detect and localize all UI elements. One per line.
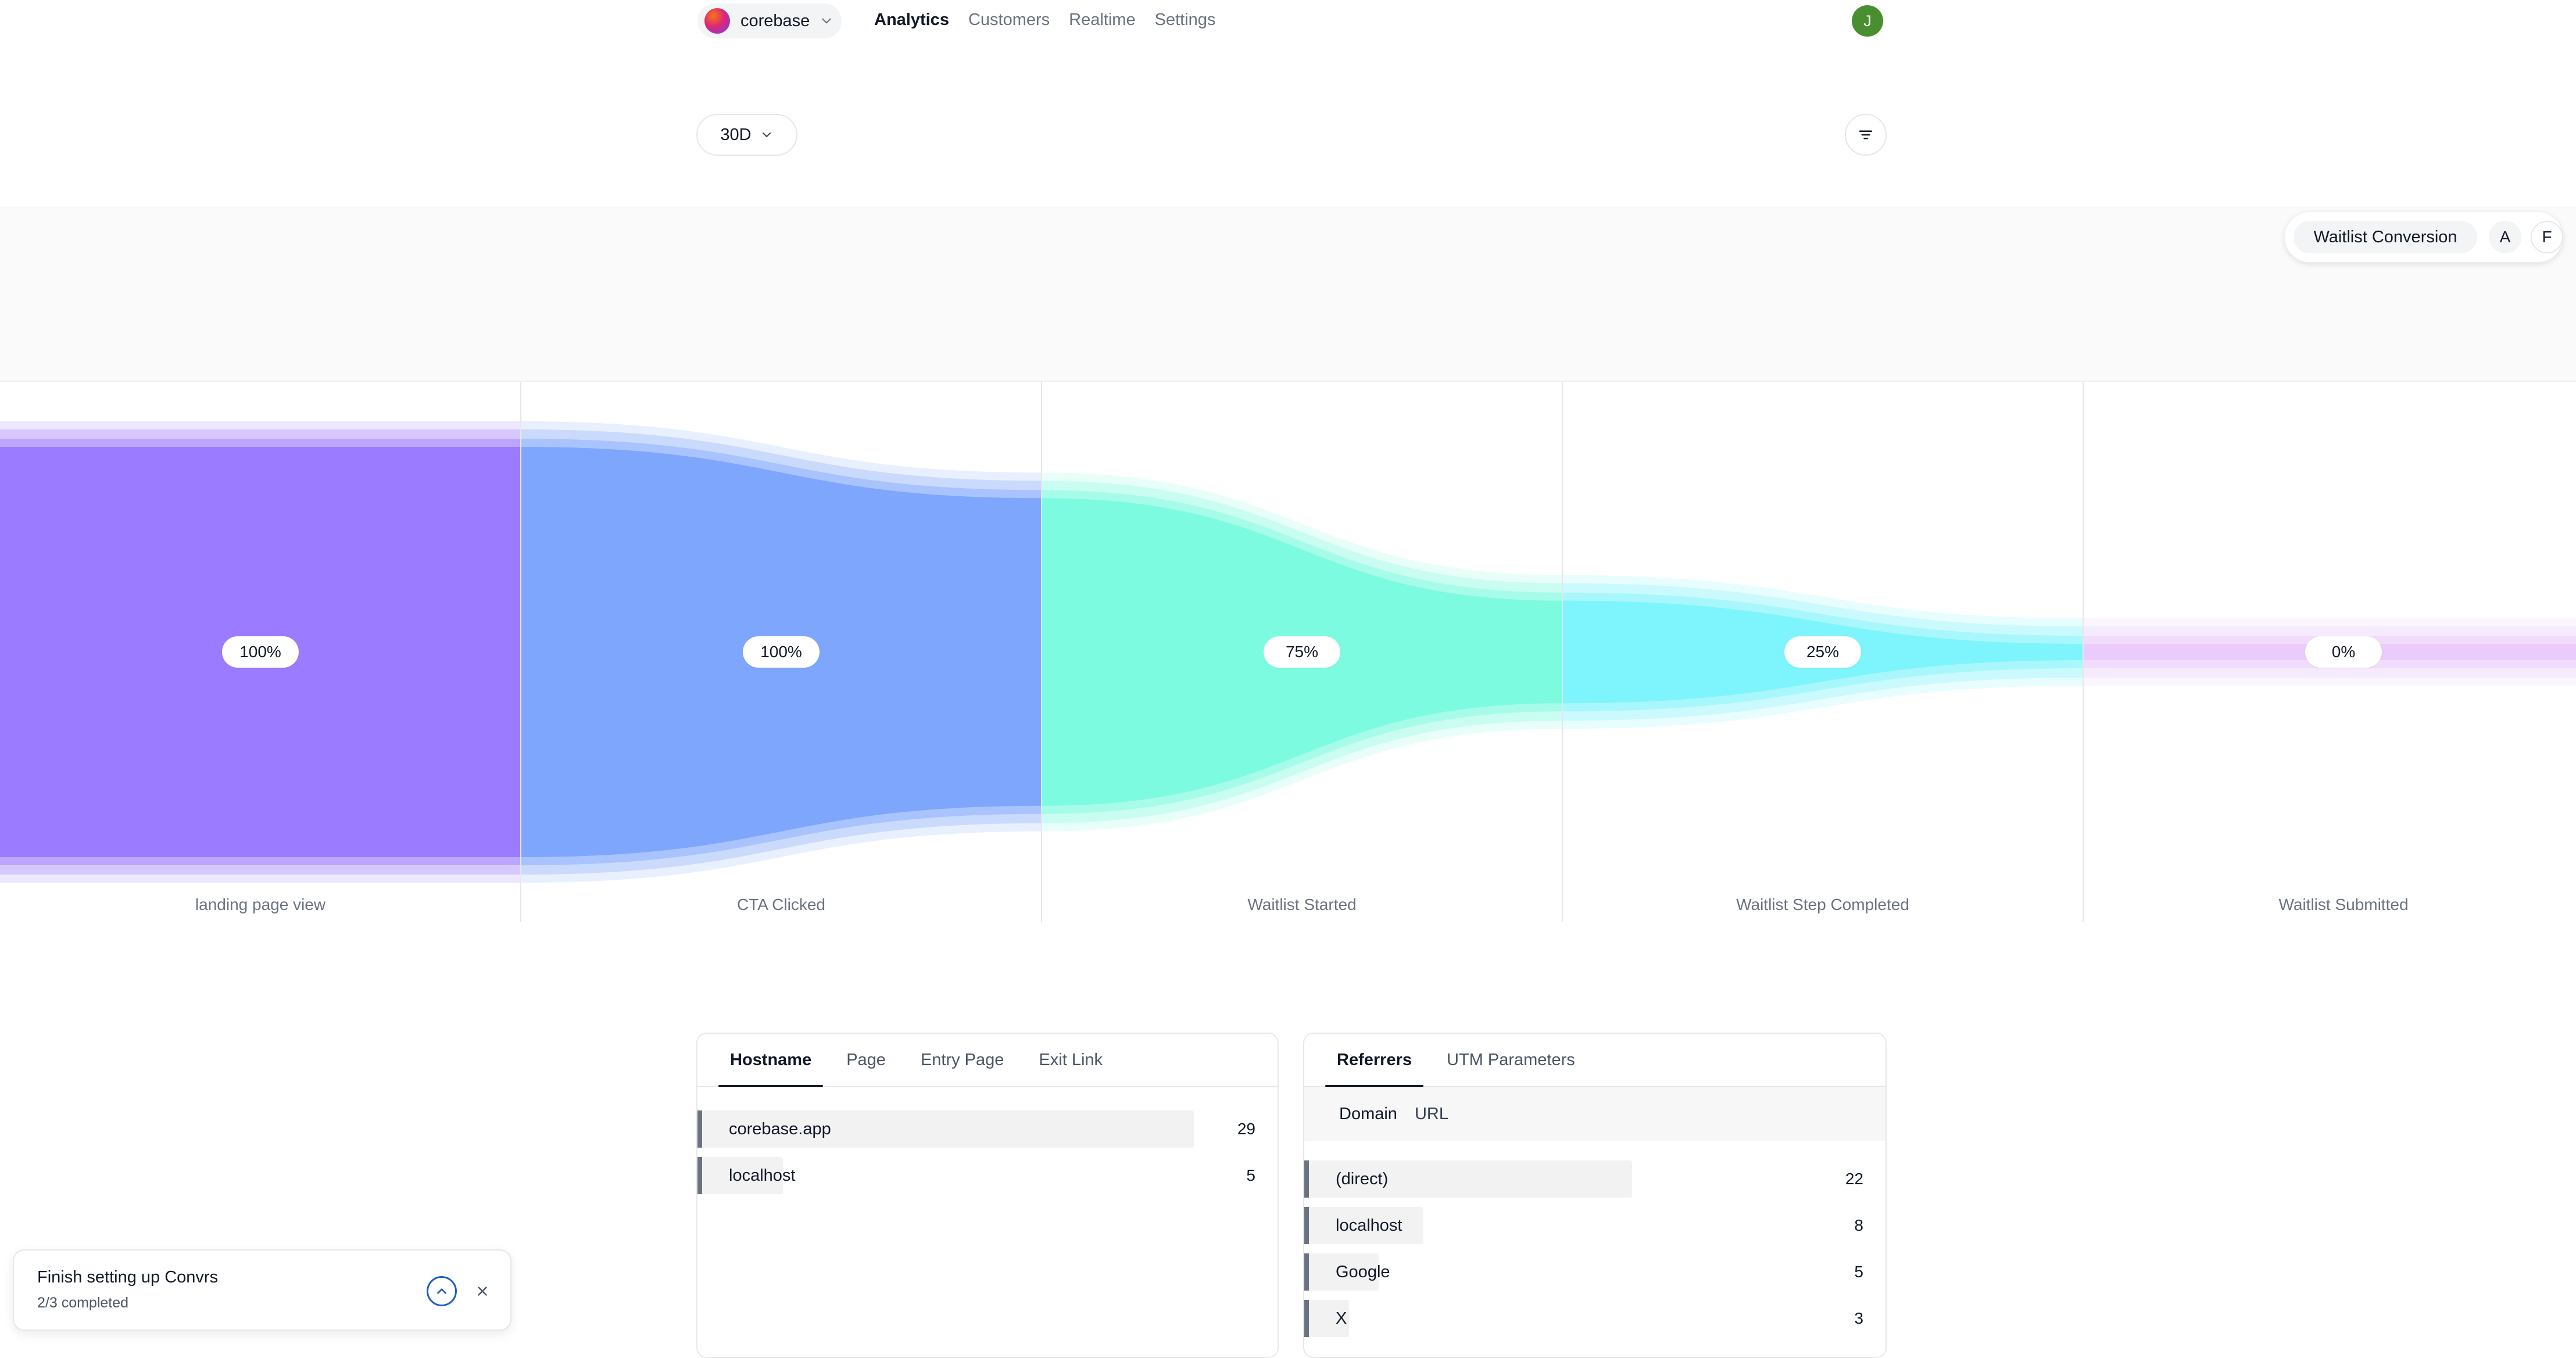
row-label: corebase.app — [729, 1120, 831, 1138]
pages-list: corebase.app 29 localhost 5 — [697, 1087, 1278, 1194]
row-count: 29 — [1237, 1120, 1255, 1138]
tab-hostname[interactable]: Hostname — [718, 1034, 824, 1087]
row-label: (direct) — [1336, 1170, 1389, 1188]
row-count: 3 — [1854, 1309, 1863, 1327]
tab-exit-link[interactable]: Exit Link — [1027, 1034, 1114, 1086]
funnel-step-label: landing page view — [195, 895, 326, 913]
subtab-url[interactable]: URL — [1415, 1105, 1448, 1124]
list-item[interactable]: (direct) 22 — [1304, 1160, 1886, 1198]
row-label: localhost — [729, 1166, 796, 1185]
nav-realtime[interactable]: Realtime — [1069, 8, 1135, 31]
list-item[interactable]: corebase.app 29 — [697, 1110, 1278, 1148]
nav-customers[interactable]: Customers — [968, 8, 1050, 31]
funnel-percent-badge: 75% — [1264, 636, 1340, 668]
subtab-domain[interactable]: Domain — [1339, 1105, 1397, 1124]
date-range-label: 30D — [720, 125, 752, 144]
funnel-percent-badge: 100% — [743, 636, 820, 668]
date-range-button[interactable]: 30D — [696, 114, 797, 156]
close-icon[interactable] — [470, 1278, 495, 1304]
workspace-logo — [704, 8, 730, 34]
main-nav: Analytics Customers Realtime Settings — [874, 8, 1235, 31]
nav-settings[interactable]: Settings — [1155, 8, 1216, 31]
row-label: X — [1336, 1309, 1347, 1328]
pages-panel: Hostname Page Entry Page Exit Link coreb… — [696, 1033, 1279, 1358]
funnel-option-a[interactable]: A — [2489, 221, 2521, 253]
referrer-subtabs: Domain URL — [1304, 1087, 1886, 1141]
filter-icon — [1859, 130, 1873, 139]
list-item[interactable]: X3 — [1304, 1300, 1886, 1337]
workspace-name: corebase — [740, 11, 810, 30]
list-item[interactable]: Google 5 — [1304, 1253, 1886, 1291]
user-avatar[interactable]: J — [1852, 5, 1883, 37]
row-label: Google — [1336, 1263, 1390, 1281]
referrers-list: (direct) 22 localhost 8 Google 5 X 3 — [1304, 1141, 1886, 1337]
chevron-up-circle-icon[interactable] — [427, 1276, 457, 1306]
tab-referrers[interactable]: Referrers — [1325, 1034, 1423, 1087]
chevron-down-icon — [762, 132, 771, 137]
row-count: 5 — [1854, 1263, 1863, 1281]
sources-panel: Referrers UTM Parameters Domain URL (dir… — [1303, 1033, 1887, 1358]
row-count: 22 — [1845, 1170, 1863, 1188]
sources-tabs: Referrers UTM Parameters — [1304, 1034, 1886, 1087]
funnel-step-label: CTA Clicked — [737, 895, 825, 913]
row-label: localhost — [1336, 1216, 1403, 1235]
funnel-name-button[interactable]: Waitlist Conversion — [2294, 221, 2477, 253]
tab-entry-page[interactable]: Entry Page — [909, 1034, 1015, 1086]
toast-title: Finish setting up Convrs — [37, 1268, 219, 1287]
chevron-down-icon — [822, 18, 831, 24]
funnel-percent-badge: 0% — [2305, 636, 2382, 668]
funnel-chart: 100% landing page view 100% CTA Clicked 75% W… — [0, 382, 2576, 922]
list-item[interactable]: localhost 5 — [697, 1157, 1278, 1194]
nav-analytics[interactable]: Analytics — [874, 8, 949, 31]
funnel-percent-badge: 25% — [1784, 636, 1861, 668]
toast-progress: 2/3 completed — [37, 1295, 129, 1311]
tab-utm-parameters[interactable]: UTM Parameters — [1435, 1034, 1587, 1086]
funnel-percent-badge: 100% — [222, 636, 299, 668]
chart-header-band — [0, 206, 2576, 382]
pages-tabs: Hostname Page Entry Page Exit Link — [697, 1034, 1278, 1087]
workspace-switcher[interactable]: corebase — [697, 3, 842, 38]
funnel-step-label: Waitlist Submitted — [2278, 895, 2409, 913]
row-count: 5 — [1246, 1166, 1255, 1184]
filter-button[interactable] — [1845, 114, 1887, 156]
tab-page[interactable]: Page — [835, 1034, 897, 1086]
row-count: 8 — [1854, 1216, 1863, 1234]
setup-toast: Finish setting up Convrs 2/3 completed — [13, 1249, 511, 1331]
funnel-step-label: Waitlist Step Completed — [1736, 895, 1909, 913]
list-item[interactable]: localhost 8 — [1304, 1207, 1886, 1244]
funnel-step-label: Waitlist Started — [1247, 895, 1357, 913]
funnel-option-f[interactable]: F — [2531, 221, 2563, 253]
